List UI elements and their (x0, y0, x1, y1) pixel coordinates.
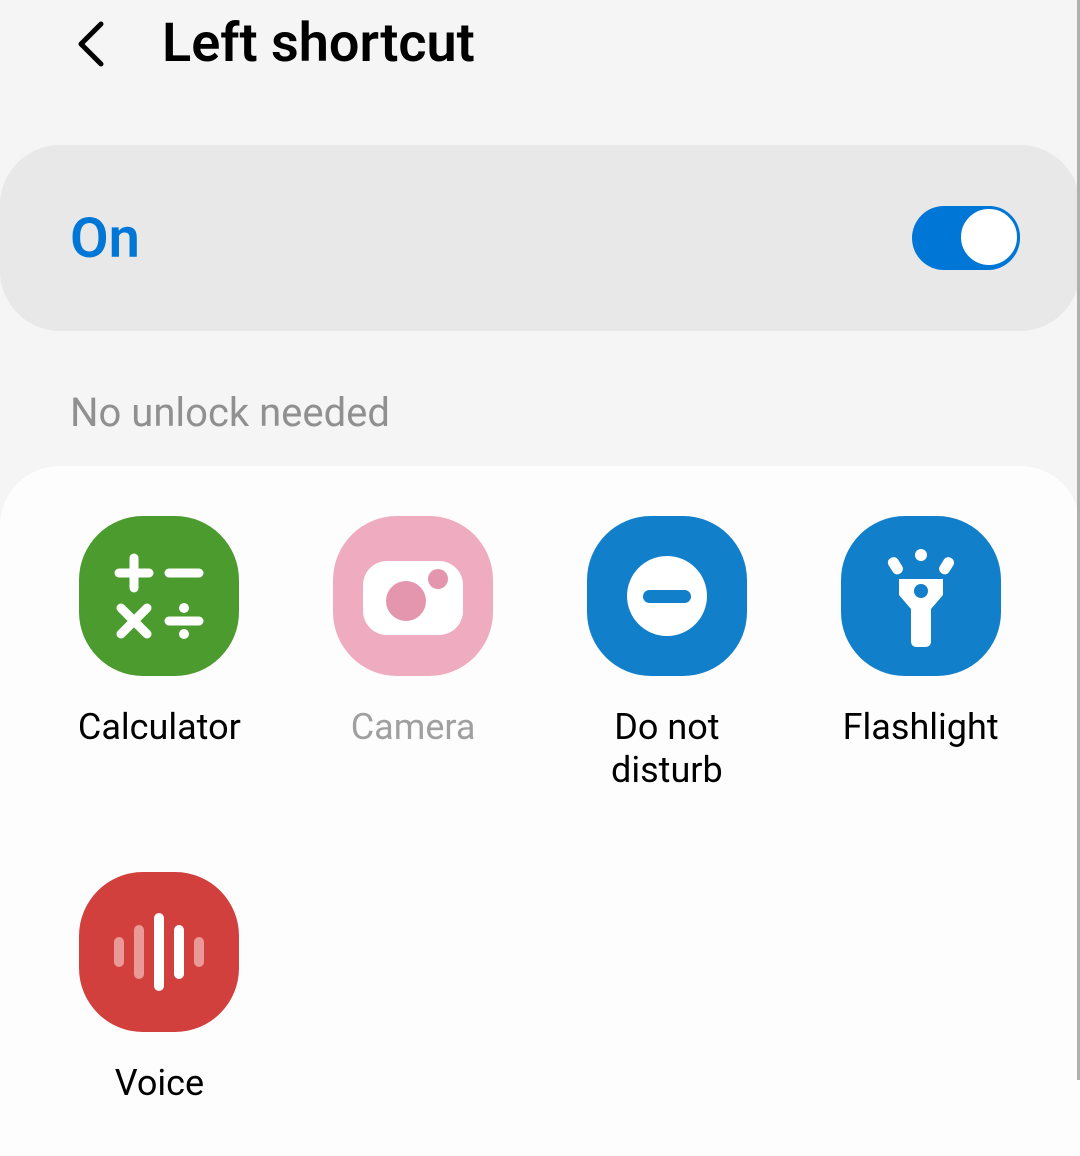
flashlight-icon (841, 516, 1001, 676)
app-item-do-not-disturb[interactable]: Do not disturb (558, 516, 777, 792)
page-title: Left shortcut (162, 12, 475, 75)
app-label: Voice (115, 1062, 204, 1105)
voice-icon (79, 872, 239, 1032)
chevron-left-icon (75, 20, 107, 68)
toggle-label: On (70, 205, 140, 271)
app-grid: Calculator Camera Do not disturb (50, 516, 1030, 1106)
camera-icon (333, 516, 493, 676)
app-label: Camera (351, 706, 476, 749)
header: Left shortcut (0, 0, 1080, 115)
app-item-camera[interactable]: Camera (304, 516, 523, 792)
do-not-disturb-icon (587, 516, 747, 676)
app-item-voice[interactable]: Voice (50, 872, 269, 1105)
toggle-knob (958, 206, 1020, 268)
section-label: No unlock needed (0, 331, 1080, 466)
calculator-icon (79, 516, 239, 676)
app-item-calculator[interactable]: Calculator (50, 516, 269, 792)
back-button[interactable] (70, 23, 112, 65)
toggle-card[interactable]: On (0, 145, 1080, 331)
app-card: Calculator Camera Do not disturb (0, 466, 1080, 1156)
app-label: Flashlight (843, 706, 999, 749)
app-label: Calculator (78, 706, 241, 749)
app-item-flashlight[interactable]: Flashlight (811, 516, 1030, 792)
toggle-switch[interactable] (912, 206, 1020, 270)
app-label: Do not disturb (558, 706, 777, 792)
